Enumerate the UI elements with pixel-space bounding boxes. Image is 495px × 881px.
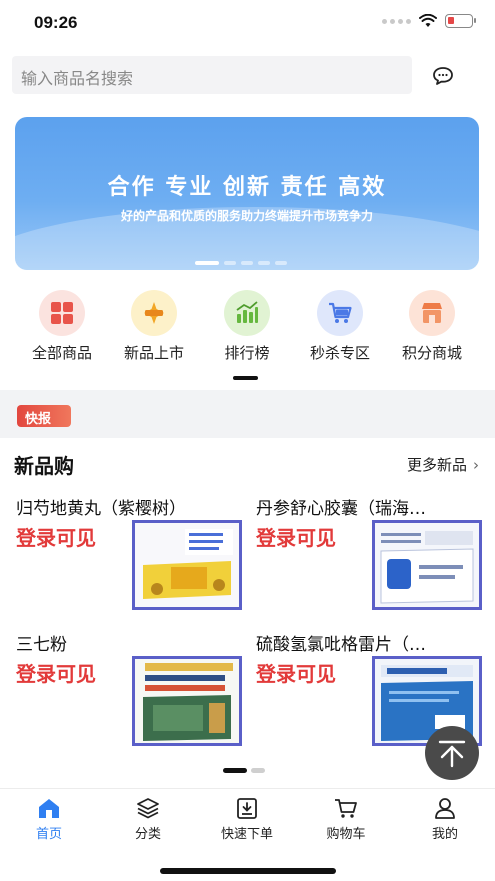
banner-dot: [241, 261, 253, 265]
chart-icon: [236, 301, 258, 323]
category-shortcuts: 全部商品 新品上市 排行榜 秒杀专区 积分商城: [0, 290, 495, 370]
category-points-mall[interactable]: 积分商城: [386, 290, 478, 363]
banner-dot: [258, 261, 270, 265]
banner-title: 合作 专业 创新 责任 高效: [107, 175, 387, 200]
product-image: [132, 520, 242, 610]
more-new-products-link[interactable]: 更多新品 ›: [407, 454, 479, 475]
product-price: 登录可见: [256, 526, 336, 550]
category-circle: [224, 290, 270, 336]
status-bar: 09:26: [0, 0, 495, 48]
product-name: 归芍地黄丸（紫樱树）: [16, 499, 186, 519]
banner-dot: [195, 261, 219, 265]
more-label: 更多新品: [406, 456, 467, 474]
search-input[interactable]: 输入商品名搜索: [12, 56, 412, 94]
news-badge-label: 快报: [25, 412, 52, 427]
search-placeholder: 输入商品名搜索: [21, 69, 134, 88]
product-image: [132, 656, 242, 746]
category-label: 全部商品: [31, 344, 92, 362]
category-label: 排行榜: [224, 344, 270, 362]
home-indicator: [160, 868, 336, 874]
product-card[interactable]: 三七粉 登录可见: [16, 630, 246, 758]
tab-profile[interactable]: 我的: [405, 797, 485, 842]
product-name: 硫酸氢氯吡格雷片（…: [256, 635, 426, 655]
promo-banner[interactable]: 合作 专业 创新 责任 高效 好的产品和优质的服务助力终端提升市场竞争力: [15, 117, 479, 270]
banner-subtitle: 好的产品和优质的服务助力终端提升市场竞争力: [120, 209, 373, 223]
shop-icon: [422, 303, 442, 323]
product-name: 三七粉: [16, 635, 67, 655]
banner-dot: [224, 261, 236, 265]
category-circle: [131, 290, 177, 336]
chevron-right-icon: ›: [473, 456, 479, 474]
status-icons: [382, 14, 476, 28]
user-icon: [435, 798, 455, 819]
category-page-indicator: [233, 376, 258, 380]
product-price: 登录可见: [16, 662, 96, 686]
category-circle: [409, 290, 455, 336]
section-title: 新品购: [14, 454, 74, 478]
product-card[interactable]: 归芍地黄丸（紫樱树） 登录可见: [16, 494, 246, 622]
cart-icon: [329, 302, 352, 323]
tab-label: 购物车: [326, 827, 366, 842]
home-icon: [39, 799, 59, 818]
product-card[interactable]: 丹参舒心胶囊（瑞海… 登录可见: [256, 494, 486, 622]
category-label: 秒杀专区: [309, 344, 370, 362]
battery-level: [448, 17, 454, 24]
category-circle: [317, 290, 363, 336]
category-label: 新品上市: [123, 344, 184, 362]
category-flash-sale[interactable]: 秒杀专区: [294, 290, 386, 363]
search-header: 输入商品名搜索: [0, 48, 495, 104]
banner-pagination: [195, 261, 287, 265]
signal-icon: [382, 18, 411, 24]
product-price: 登录可见: [256, 662, 336, 686]
banner-dot: [275, 261, 287, 265]
layers-icon: [137, 798, 159, 819]
tab-label: 我的: [431, 827, 458, 842]
product-price: 登录可见: [16, 526, 96, 550]
tab-home[interactable]: 首页: [9, 797, 89, 842]
category-circle: [39, 290, 85, 336]
battery-icon: [445, 14, 476, 28]
quick-order-icon: [237, 798, 257, 819]
arrow-up-icon: [438, 740, 466, 768]
grid-icon: [51, 302, 73, 324]
product-image: [372, 520, 482, 610]
status-time: 09:26: [34, 13, 78, 32]
wifi-icon: [419, 14, 437, 27]
category-new-arrivals[interactable]: 新品上市: [108, 290, 200, 363]
new-tag-icon: [144, 302, 164, 324]
news-ticker[interactable]: 快报: [0, 390, 495, 438]
tab-label: 首页: [35, 827, 62, 842]
tab-categories[interactable]: 分类: [108, 797, 188, 842]
news-badge: 快报: [17, 405, 71, 427]
cart-icon: [335, 799, 357, 818]
tab-label: 快速下单: [220, 827, 273, 842]
category-label: 积分商城: [401, 344, 462, 362]
new-products-section: 新品购 更多新品 › 归芍地黄丸（紫樱树） 登录可见 丹参舒心胶囊（瑞海… 登录可…: [0, 438, 495, 788]
product-name: 丹参舒心胶囊（瑞海…: [256, 499, 426, 519]
chat-bubble-icon[interactable]: [430, 64, 456, 88]
back-to-top-button[interactable]: [425, 726, 479, 780]
tab-cart[interactable]: 购物车: [306, 797, 386, 842]
category-ranking[interactable]: 排行榜: [201, 290, 293, 363]
category-all-products[interactable]: 全部商品: [16, 290, 108, 363]
tab-label: 分类: [134, 827, 161, 842]
products-pagination: [223, 768, 265, 773]
tab-quick-order[interactable]: 快速下单: [207, 797, 287, 842]
